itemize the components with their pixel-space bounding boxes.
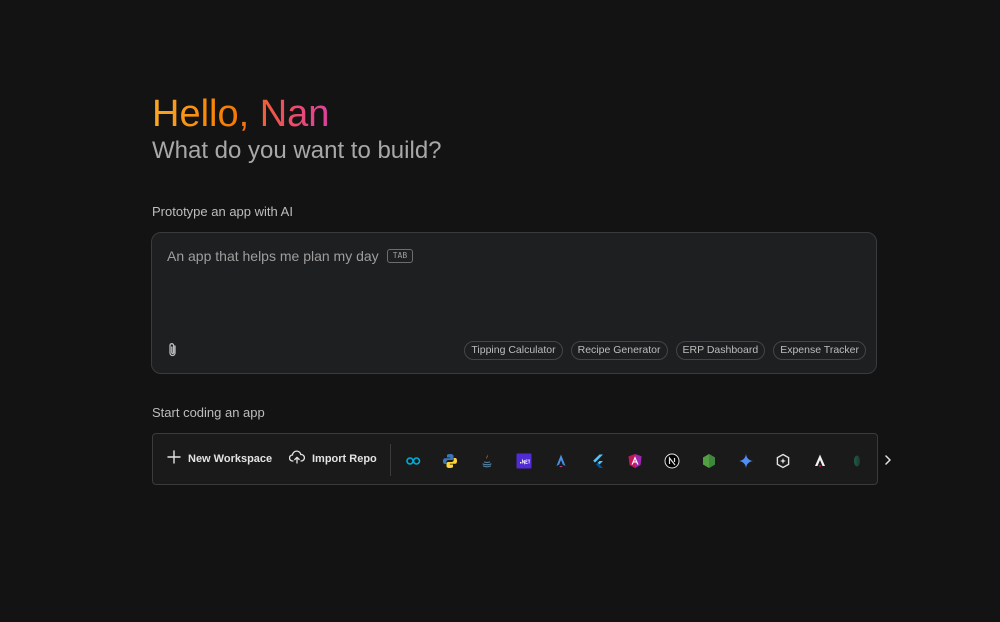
gemini-icon[interactable]	[736, 451, 756, 471]
greeting-title: Hello, Nan	[152, 93, 330, 135]
suggestion-chip-tipping-calculator[interactable]: Tipping Calculator	[464, 341, 563, 360]
template-list-fade	[837, 434, 877, 484]
suggestion-chip-erp-dashboard[interactable]: ERP Dashboard	[675, 341, 766, 360]
prompt-input[interactable]: An app that helps me plan my day TAB	[167, 248, 414, 264]
chevron-right-icon[interactable]	[880, 451, 896, 469]
hexagon-icon[interactable]	[773, 451, 793, 471]
new-workspace-button[interactable]: New Workspace	[167, 450, 272, 467]
prompt-placeholder: An app that helps me plan my day	[167, 248, 379, 264]
prototype-prompt-box[interactable]: An app that helps me plan my day TAB Tip…	[151, 232, 877, 374]
analog-icon[interactable]	[810, 451, 830, 471]
plus-icon	[167, 450, 181, 467]
page-subheading: What do you want to build?	[152, 137, 442, 164]
start-coding-bar: New Workspace Import Repo	[152, 433, 878, 485]
java-icon[interactable]	[477, 451, 497, 471]
coding-section-label: Start coding an app	[152, 405, 265, 420]
angular-icon[interactable]	[625, 451, 645, 471]
go-icon[interactable]	[403, 451, 423, 471]
python-icon[interactable]	[440, 451, 460, 471]
cloud-upload-icon	[288, 450, 306, 467]
attach-icon[interactable]	[166, 342, 180, 358]
dotnet-icon[interactable]	[514, 451, 534, 471]
nodejs-icon[interactable]	[699, 451, 719, 471]
tab-hint-badge: TAB	[386, 249, 414, 263]
bar-divider	[390, 444, 391, 476]
import-repo-button[interactable]: Import Repo	[288, 450, 377, 467]
astro-icon[interactable]	[551, 451, 571, 471]
flutter-icon[interactable]	[588, 451, 608, 471]
prototype-section-label: Prototype an app with AI	[152, 204, 293, 219]
suggestion-chip-recipe-generator[interactable]: Recipe Generator	[570, 341, 668, 360]
template-list	[403, 451, 867, 471]
suggestion-chip-expense-tracker[interactable]: Expense Tracker	[773, 341, 866, 360]
import-repo-label: Import Repo	[312, 452, 377, 465]
home-page: Hello, Nan What do you want to build? Pr…	[0, 0, 1000, 622]
new-workspace-label: New Workspace	[188, 452, 273, 465]
nextjs-icon[interactable]	[662, 451, 682, 471]
suggestion-chips: Tipping Calculator Recipe Generator ERP …	[464, 341, 866, 360]
